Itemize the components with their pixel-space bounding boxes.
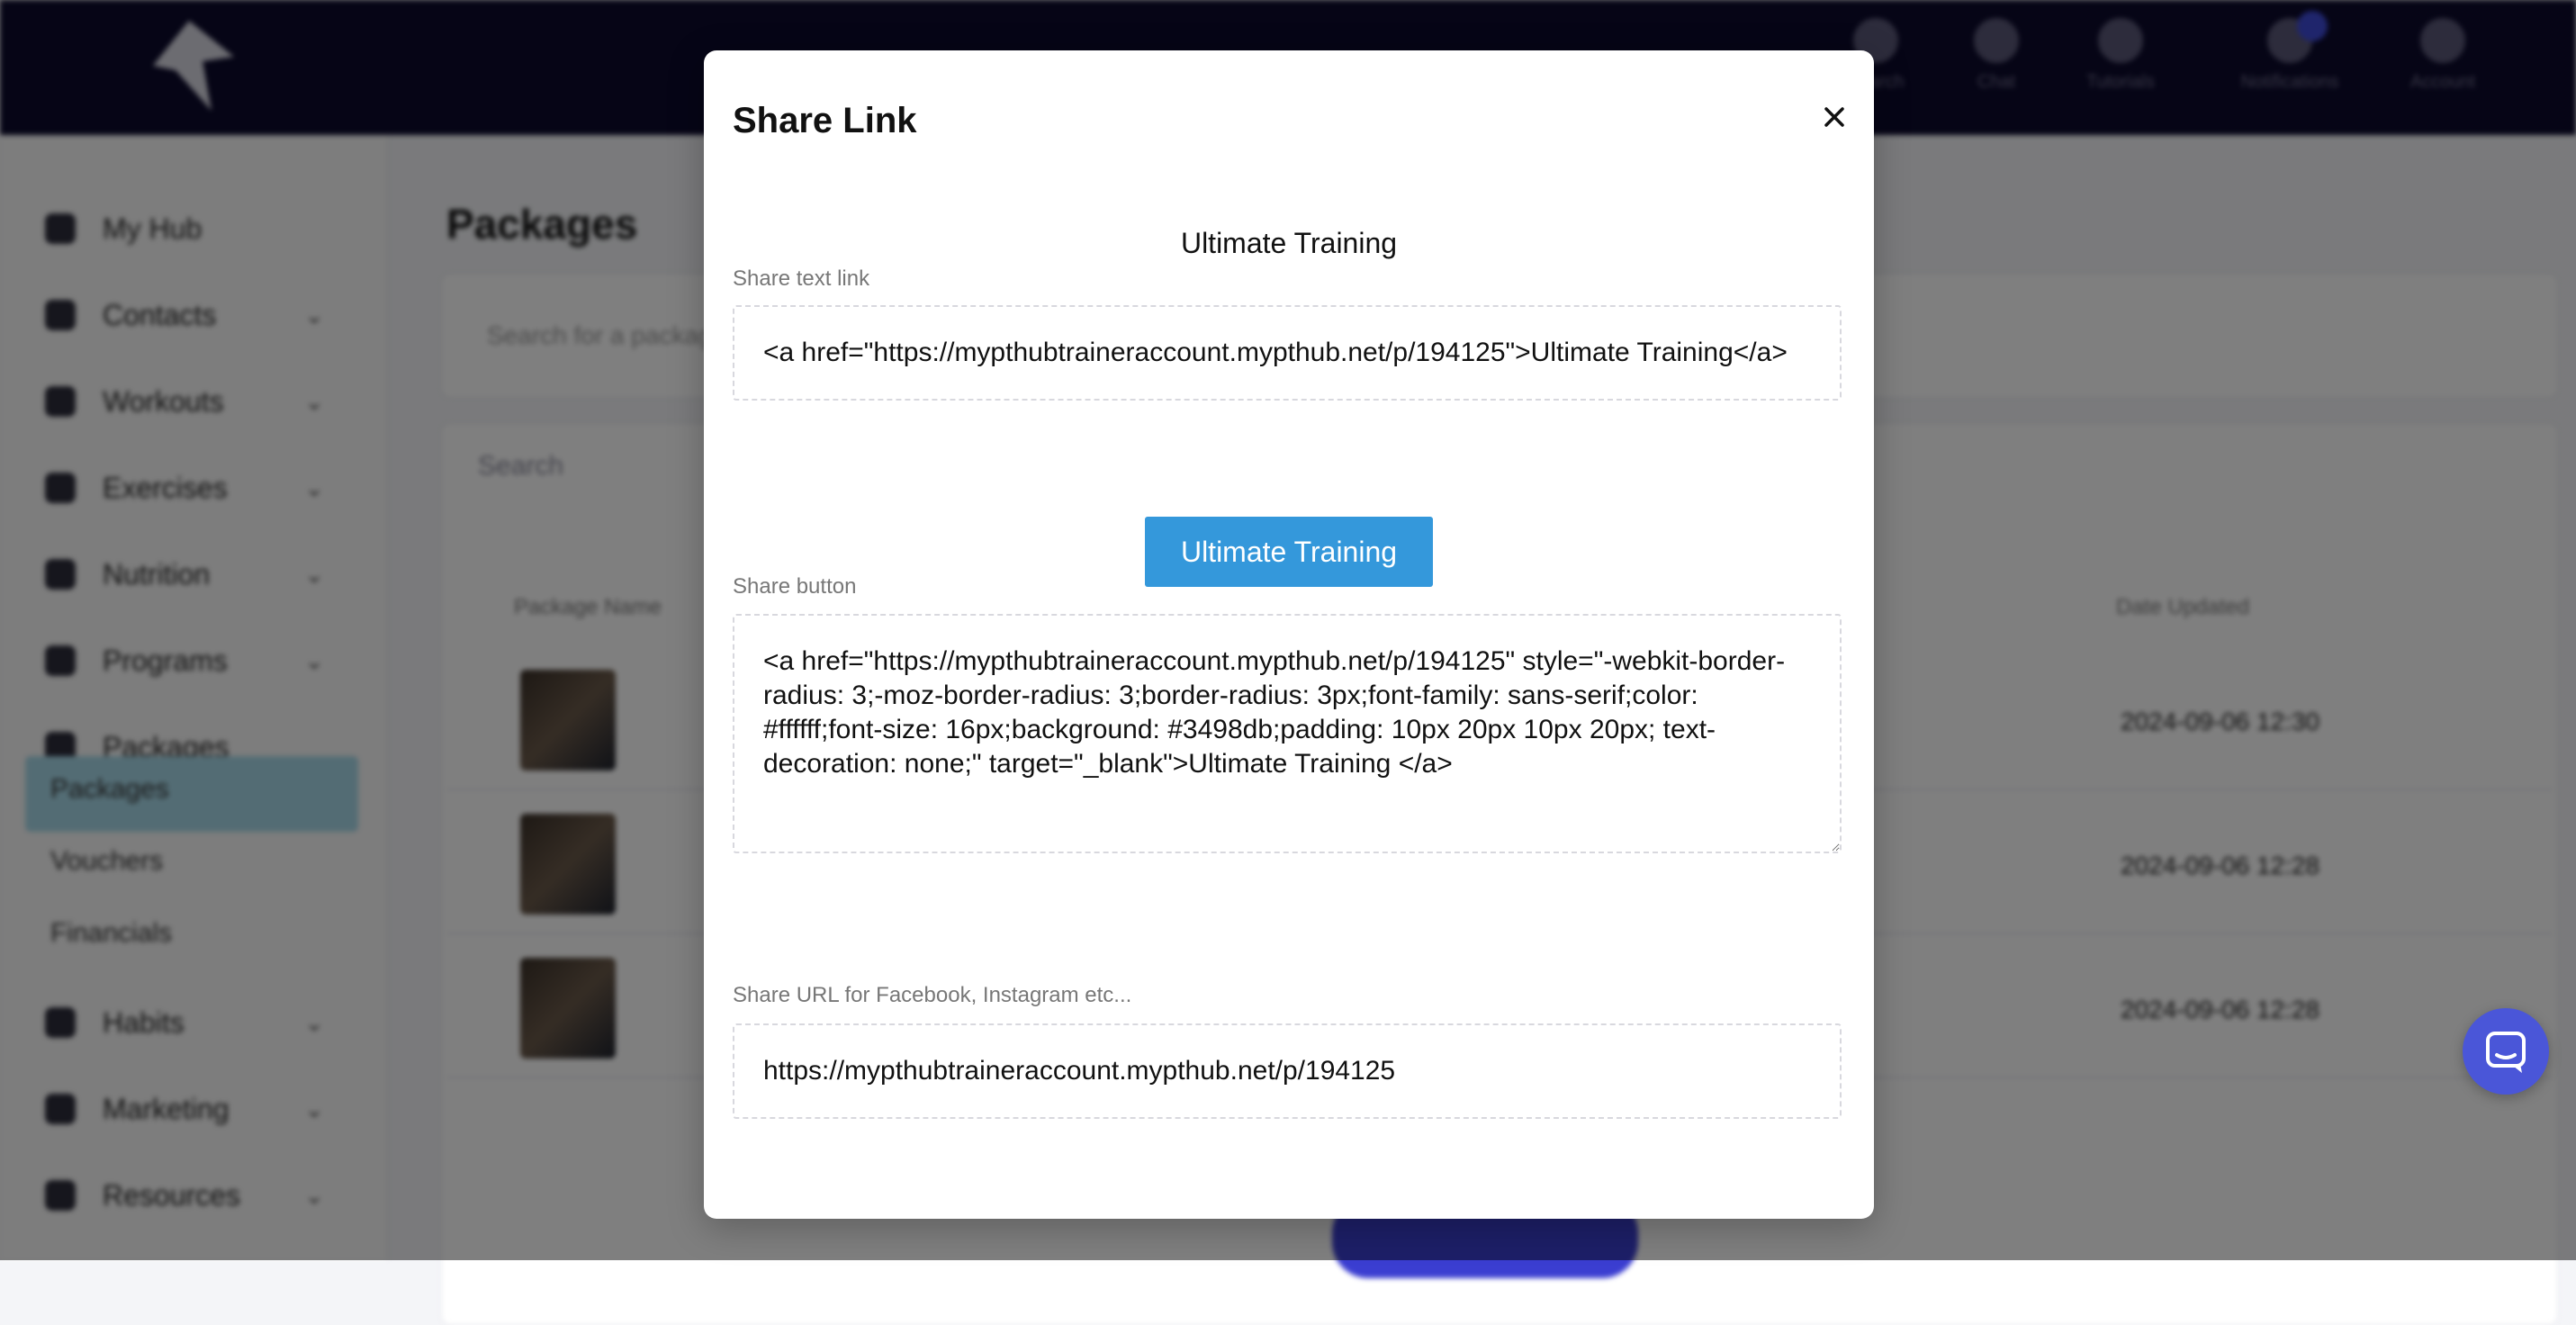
share-link-modal: Share Link Ultimate Training Share text … <box>704 50 1874 1219</box>
share-text-link-label: Share text link <box>733 266 870 291</box>
share-button-code-textarea[interactable]: <a href="https://mypthubtraineraccount.m… <box>733 614 1842 853</box>
share-text-link-input[interactable] <box>733 305 1842 401</box>
close-button[interactable] <box>1815 97 1854 137</box>
share-url-label: Share URL for Facebook, Instagram etc... <box>733 983 1132 1007</box>
share-url-input[interactable] <box>733 1023 1842 1119</box>
close-icon <box>1824 107 1844 127</box>
modal-title: Share Link <box>733 101 917 140</box>
share-button-preview[interactable]: Ultimate Training <box>1145 517 1433 587</box>
share-button-label: Share button <box>733 574 857 599</box>
chat-launcher-button[interactable] <box>2463 1008 2549 1095</box>
package-name: Ultimate Training <box>1180 227 1398 259</box>
chat-icon <box>2486 1032 2526 1073</box>
